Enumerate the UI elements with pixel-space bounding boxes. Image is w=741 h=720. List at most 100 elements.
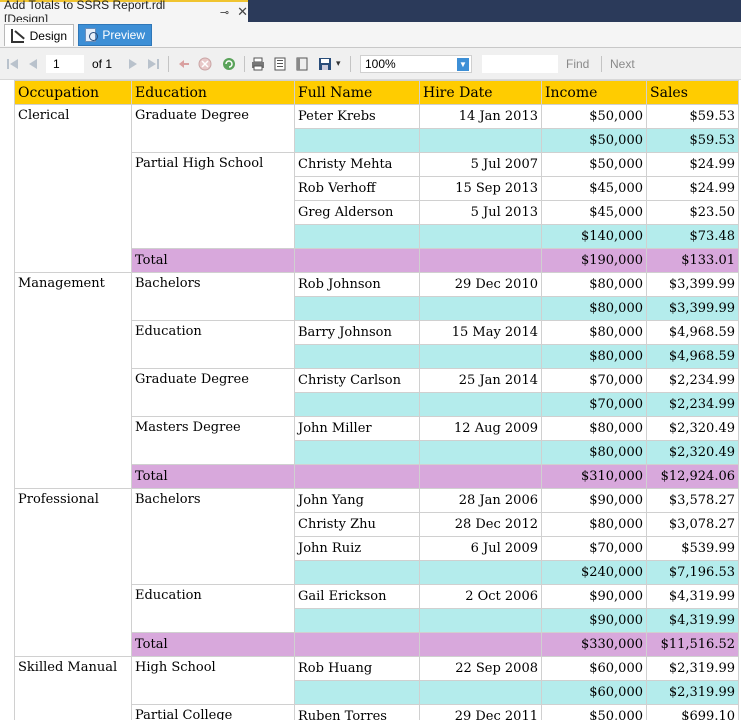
sales-cell: $2,234.99 (646, 368, 739, 393)
design-icon (11, 28, 24, 43)
income-cell: $50,000 (541, 704, 647, 720)
header-row: Occupation Education Full Name Hire Date… (14, 80, 739, 105)
hire-date-cell (419, 632, 542, 657)
full-name-cell (294, 224, 420, 249)
subtotal-sales-cell: $2,234.99 (646, 392, 739, 417)
first-page-icon[interactable] (6, 57, 20, 71)
education-cell: Bachelors (131, 272, 295, 321)
education-cell: Partial College (131, 704, 295, 720)
full-name-cell: John Yang (294, 488, 420, 513)
refresh-icon[interactable] (222, 57, 236, 71)
hire-date-cell: 12 Aug 2009 (419, 416, 542, 441)
occupation-cell: Professional (14, 488, 132, 657)
hire-date-cell (419, 392, 542, 417)
document-tab-strip: Add Totals to SSRS Report.rdl [Design] ⊸… (0, 0, 741, 26)
income-cell: $50,000 (541, 104, 647, 129)
sales-cell: $2,319.99 (646, 656, 739, 681)
view-tabs: Design Preview (0, 22, 741, 48)
subtotal-income-cell: $70,000 (541, 392, 647, 417)
table-row: Management Bachelors Rob Johnson 29 Dec … (14, 272, 739, 489)
next-link[interactable]: Next (610, 57, 635, 71)
full-name-cell (294, 392, 420, 417)
hire-date-cell: 22 Sep 2008 (419, 656, 542, 681)
education-cell: Graduate Degree (131, 104, 295, 153)
full-name-cell: Rob Johnson (294, 272, 420, 297)
full-name-cell (294, 248, 420, 273)
hire-date-cell: 25 Jan 2014 (419, 368, 542, 393)
sales-cell: $59.53 (646, 104, 739, 129)
previous-page-icon[interactable] (26, 57, 40, 71)
total-income-cell: $310,000 (541, 464, 647, 489)
subtotal-sales-cell: $73.48 (646, 224, 739, 249)
header-hire-date: Hire Date (419, 80, 542, 105)
hire-date-cell: 28 Dec 2012 (419, 512, 542, 537)
tab-preview[interactable]: Preview (78, 24, 152, 46)
hire-date-cell: 29 Dec 2010 (419, 272, 542, 297)
income-cell: $45,000 (541, 176, 647, 201)
subtotal-income-cell: $80,000 (541, 296, 647, 321)
page-setup-icon[interactable] (295, 57, 309, 71)
occupation-cell: Management (14, 272, 132, 489)
subtotal-sales-cell: $59.53 (646, 128, 739, 153)
hire-date-cell: 5 Jul 2013 (419, 200, 542, 225)
print-icon[interactable] (251, 57, 265, 71)
sales-cell: $23.50 (646, 200, 739, 225)
income-cell: $90,000 (541, 584, 647, 609)
total-income-cell: $190,000 (541, 248, 647, 273)
current-page-input[interactable]: 1 (46, 55, 84, 73)
income-cell: $60,000 (541, 656, 647, 681)
full-name-cell: John Ruiz (294, 536, 420, 561)
next-page-icon[interactable] (126, 57, 140, 71)
chevron-down-icon[interactable]: ▾ (336, 58, 341, 74)
header-full-name: Full Name (294, 80, 420, 105)
header-sales: Sales (646, 80, 739, 105)
full-name-cell: Christy Mehta (294, 152, 420, 177)
hire-date-cell: 5 Jul 2007 (419, 152, 542, 177)
chevron-down-icon[interactable]: ▼ (457, 58, 469, 71)
hire-date-cell (419, 224, 542, 249)
hire-date-cell (419, 128, 542, 153)
total-label-cell: Total (131, 632, 295, 657)
find-link[interactable]: Find (566, 57, 589, 71)
education-cell: Masters Degree (131, 416, 295, 465)
zoom-select[interactable]: 100% ▼ (360, 55, 472, 73)
sales-cell: $4,319.99 (646, 584, 739, 609)
subtotal-income-cell: $80,000 (541, 440, 647, 465)
print-layout-icon[interactable] (273, 57, 287, 71)
close-icon[interactable]: ✕ (237, 4, 248, 20)
subtotal-sales-cell: $7,196.53 (646, 560, 739, 585)
income-cell: $80,000 (541, 320, 647, 345)
hire-date-cell: 14 Jan 2013 (419, 104, 542, 129)
pin-icon[interactable]: ⊸ (220, 6, 229, 19)
toolbar-separator (601, 56, 602, 72)
hire-date-cell: 2 Oct 2006 (419, 584, 542, 609)
document-tab[interactable]: Add Totals to SSRS Report.rdl [Design] ⊸… (0, 0, 248, 26)
subtotal-sales-cell: $2,319.99 (646, 680, 739, 705)
page-count-label: of 1 (92, 57, 113, 71)
back-to-parent-icon[interactable] (176, 57, 190, 71)
subtotal-income-cell: $80,000 (541, 344, 647, 369)
full-name-cell (294, 680, 420, 705)
export-icon[interactable] (318, 57, 332, 71)
last-page-icon[interactable] (146, 57, 160, 71)
report-table: Occupation Education Full Name Hire Date… (14, 80, 739, 720)
full-name-cell: Rob Verhoff (294, 176, 420, 201)
find-input[interactable] (482, 55, 558, 73)
table-row: Professional Bachelors John Yang 28 Jan … (14, 488, 739, 657)
total-label-cell: Total (131, 248, 295, 273)
full-name-cell (294, 464, 420, 489)
tab-design-label: Design (29, 28, 67, 43)
hire-date-cell (419, 248, 542, 273)
income-cell: $45,000 (541, 200, 647, 225)
stop-icon[interactable] (198, 57, 212, 71)
hire-date-cell: 15 May 2014 (419, 320, 542, 345)
report-body: Occupation Education Full Name Hire Date… (14, 80, 739, 720)
sales-cell: $699.10 (646, 704, 739, 720)
hire-date-cell: 29 Dec 2011 (419, 704, 542, 720)
full-name-cell (294, 632, 420, 657)
zoom-value: 100% (365, 57, 396, 71)
hire-date-cell: 15 Sep 2013 (419, 176, 542, 201)
full-name-cell: Rob Huang (294, 656, 420, 681)
tab-preview-label: Preview (102, 28, 145, 42)
tab-design[interactable]: Design (4, 24, 74, 46)
